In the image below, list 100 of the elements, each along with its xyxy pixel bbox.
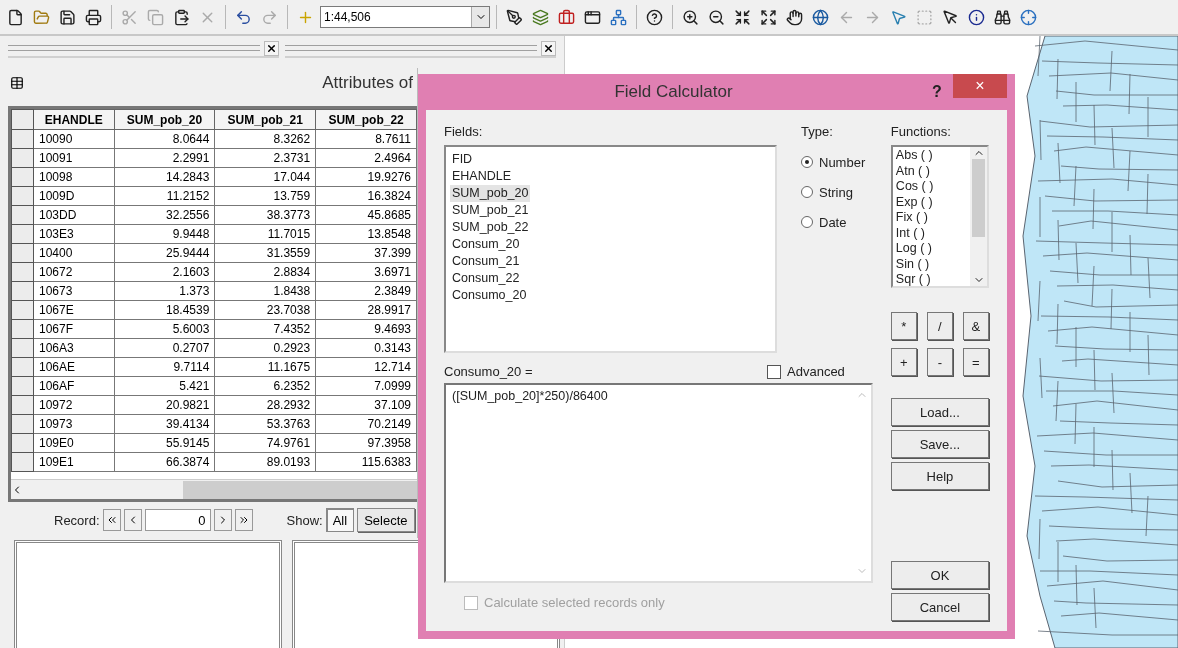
- row-selector: [11, 109, 34, 130]
- table-cell: 1009D: [33, 186, 115, 206]
- table-cell: 66.3874: [114, 452, 215, 472]
- scroll-thumb[interactable]: [972, 159, 985, 237]
- scale-combobox[interactable]: 1:44,506: [320, 6, 490, 28]
- table-cell: 10400: [33, 243, 115, 263]
- checkbox-label: Calculate selected records only: [484, 595, 665, 610]
- ok-button[interactable]: OK: [890, 561, 989, 589]
- radio-button[interactable]: [801, 216, 813, 228]
- table-cell: 10673: [33, 281, 115, 301]
- table-cell: 103E3: [33, 224, 115, 244]
- function-item[interactable]: Atn ( ): [895, 163, 967, 179]
- table-cell: 106A3: [33, 338, 115, 358]
- expression-field[interactable]: ([SUM_pob_20]*250)/86400: [444, 383, 873, 583]
- close-button[interactable]: ×: [953, 74, 1007, 98]
- table-cell: 3.6971: [315, 262, 417, 282]
- table-cell: 109E1: [33, 452, 115, 472]
- table-cell: 25.9444: [114, 243, 215, 263]
- dialog-button[interactable]: Load...: [890, 398, 989, 426]
- field-item[interactable]: SUM_pob_22: [450, 219, 531, 236]
- dialog-button[interactable]: Help: [890, 462, 989, 490]
- function-item[interactable]: Exp ( ): [895, 194, 967, 210]
- operator-button[interactable]: =: [962, 348, 989, 376]
- field-item[interactable]: Consum_21: [450, 253, 522, 270]
- table-cell: 0.2923: [214, 338, 316, 358]
- last-record-icon[interactable]: [234, 509, 253, 531]
- field-item[interactable]: EHANDLE: [450, 168, 514, 185]
- operator-button[interactable]: +: [890, 348, 917, 376]
- column-header[interactable]: SUM_pob_22: [315, 109, 417, 130]
- operator-button[interactable]: -: [926, 348, 953, 376]
- table-cell: 31.3559: [214, 243, 316, 263]
- table-cell: 39.4134: [114, 414, 215, 434]
- function-item[interactable]: Sqr ( ): [895, 272, 967, 286]
- field-item[interactable]: Consum_22: [450, 270, 522, 287]
- function-item[interactable]: Sin ( ): [895, 256, 967, 272]
- table-cell: 28.9917: [315, 300, 417, 320]
- next-record-icon[interactable]: [213, 509, 232, 531]
- table-cell: 8.3262: [214, 129, 316, 149]
- field-item[interactable]: Consumo_20: [450, 287, 529, 304]
- function-item[interactable]: Log ( ): [895, 241, 967, 257]
- column-header[interactable]: SUM_pob_21: [214, 109, 316, 130]
- table-cell: 16.3824: [315, 186, 417, 206]
- field-item[interactable]: SUM_pob_21: [450, 202, 531, 219]
- function-item[interactable]: Abs ( ): [895, 148, 967, 164]
- column-header[interactable]: SUM_pob_20: [114, 109, 215, 130]
- table-cell: 74.9761: [214, 433, 316, 453]
- show-button[interactable]: Selecte: [357, 508, 415, 532]
- table-cell: 2.2991: [114, 148, 215, 168]
- table-cell: 10090: [33, 129, 115, 149]
- close-icon[interactable]: [264, 40, 279, 56]
- operator-button[interactable]: *: [890, 312, 917, 340]
- table-cell: 2.3731: [214, 148, 316, 168]
- checkbox-label: Advanced: [787, 364, 845, 379]
- table-cell: 10973: [33, 414, 115, 434]
- dialog-button[interactable]: Save...: [890, 430, 989, 458]
- function-item[interactable]: Cos ( ): [895, 179, 967, 195]
- table-cell: 19.9276: [315, 167, 417, 187]
- table-cell: 103DD: [33, 205, 115, 225]
- table-cell: 2.3849: [315, 281, 417, 301]
- table-cell: 10672: [33, 262, 115, 282]
- radio-button[interactable]: [801, 186, 813, 198]
- function-item[interactable]: Int ( ): [895, 225, 967, 241]
- table-cell: 13.759: [214, 186, 316, 206]
- expression-label: Consumo_20 =: [444, 364, 533, 379]
- table-cell: 37.109: [315, 395, 417, 415]
- table-cell: 2.1603: [114, 262, 215, 282]
- table-cell: 23.7038: [214, 300, 316, 320]
- table-cell: 106AF: [33, 376, 115, 396]
- dropdown-icon[interactable]: [471, 7, 489, 27]
- table-cell: 70.2149: [315, 414, 417, 434]
- scroll-thumb[interactable]: [183, 480, 417, 499]
- radio-label: Date: [819, 214, 847, 230]
- column-header[interactable]: EHANDLE: [33, 109, 115, 130]
- field-item[interactable]: FID: [450, 151, 475, 168]
- field-item[interactable]: Consum_20: [450, 236, 522, 253]
- table-cell: 10091: [33, 148, 115, 168]
- table-cell: 28.2932: [214, 395, 316, 415]
- operator-button[interactable]: /: [926, 312, 953, 340]
- function-item[interactable]: Fix ( ): [895, 210, 967, 226]
- table-cell: 0.3143: [315, 338, 417, 358]
- table-cell: 9.7114: [114, 357, 215, 377]
- first-record-icon[interactable]: [102, 509, 121, 531]
- table-cell: 10972: [33, 395, 115, 415]
- field-item[interactable]: SUM_pob_20: [450, 185, 531, 202]
- operator-button[interactable]: &: [962, 312, 989, 340]
- table-cell: 11.2152: [114, 186, 215, 206]
- record-field[interactable]: 0: [144, 509, 211, 531]
- previous-record-icon[interactable]: [123, 509, 142, 531]
- table-cell: 2.8834: [214, 262, 316, 282]
- cancel-button[interactable]: Cancel: [890, 593, 989, 621]
- help-button[interactable]: ?: [921, 82, 953, 102]
- table-cell: 18.4539: [114, 300, 215, 320]
- table-cell: 38.3773: [214, 205, 316, 225]
- radio-button[interactable]: [801, 156, 813, 168]
- checkbox[interactable]: [767, 364, 782, 379]
- show-button[interactable]: All: [325, 508, 355, 532]
- close-icon[interactable]: [541, 40, 556, 56]
- table-cell: 37.399: [315, 243, 417, 263]
- table-cell: 5.421: [114, 376, 215, 396]
- table-cell: 7.0999: [315, 376, 417, 396]
